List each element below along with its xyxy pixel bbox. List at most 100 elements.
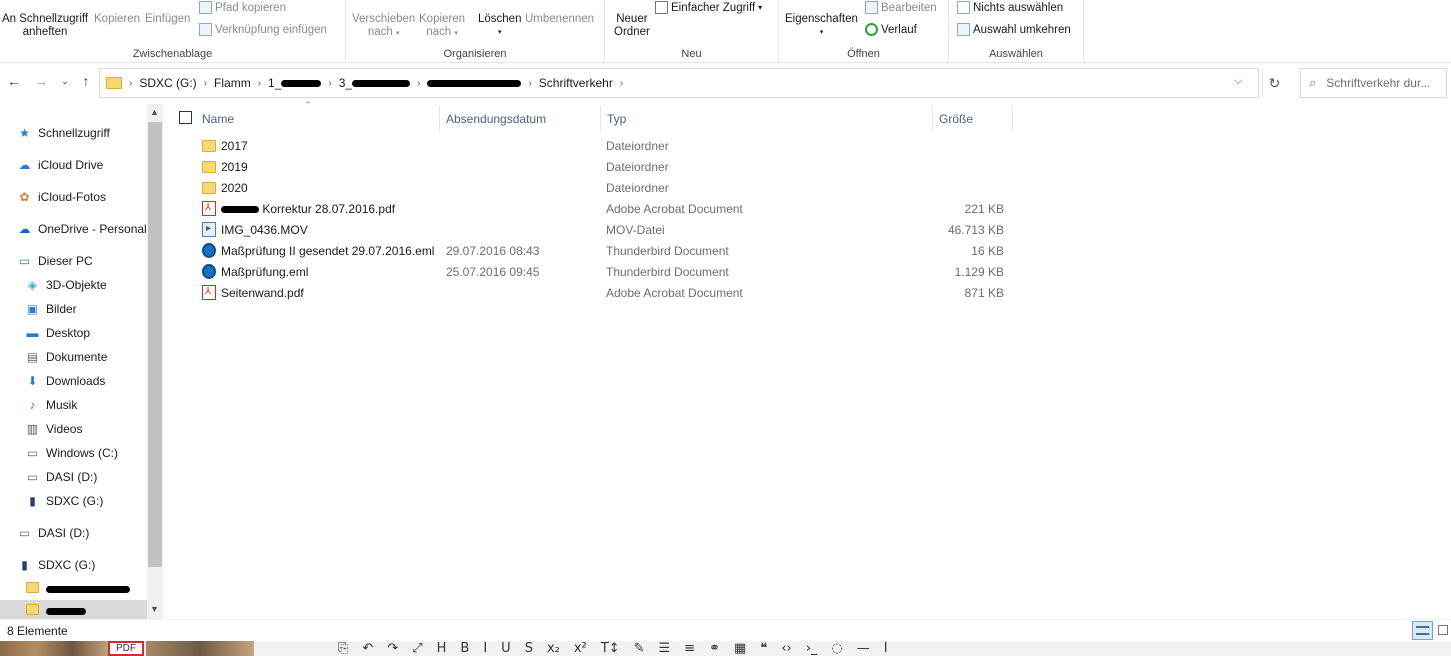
file-type: Adobe Acrobat Document [606,286,743,300]
nav-item-redacted-folder[interactable] [25,578,130,600]
heading-icon[interactable]: H [437,641,447,656]
text-size-icon[interactable]: T↕ [601,641,620,656]
column-header-date[interactable]: Absendungsdatum [440,106,601,132]
bold-icon[interactable]: B [460,641,469,656]
nav-item-icloud-photos[interactable]: ✿ iCloud-Fotos [17,186,106,208]
code-icon[interactable]: ‹› [781,641,791,656]
nav-item-documents[interactable]: ▤ Dokumente [25,346,108,368]
superscript-icon[interactable]: x² [574,641,587,656]
address-bar[interactable]: › SDXC (G:) › Flamm › 1_ › 3_ › › Schrif… [99,68,1259,98]
copy-button[interactable]: Kopieren [94,13,140,26]
breadcrumb-item[interactable]: Schriftverkehr [539,76,613,90]
file-row[interactable]: 2017 Dateiordner [200,136,1020,157]
scroll-down-icon[interactable]: ▼ [150,604,159,614]
cursor-icon[interactable]: I [884,641,888,656]
italic-icon[interactable]: I [483,641,487,656]
subscript-icon[interactable]: x₂ [547,641,560,656]
select-none-button[interactable]: Nichts auswählen [957,1,1063,14]
rename-button[interactable]: Umbenennen [525,13,594,26]
file-row[interactable]: 2020 Dateiordner [200,178,1020,199]
breadcrumb-item[interactable]: Flamm [214,76,251,90]
file-row[interactable]: 2019 Dateiordner [200,157,1020,178]
file-row[interactable]: Seitenwand.pdf Adobe Acrobat Document 87… [200,283,1020,304]
nav-item-pictures[interactable]: ▣ Bilder [25,298,77,320]
column-header-type[interactable]: Typ [601,106,933,132]
undo-icon[interactable]: ↶ [362,641,373,656]
strikethrough-icon[interactable]: S [525,641,533,656]
nav-item-this-pc[interactable]: ▭ Dieser PC [17,250,93,272]
file-name: Maßprüfung II gesendet 29.07.2016.eml [221,244,435,258]
new-folder-button[interactable]: Neuer Ordner [614,13,650,39]
nav-item-downloads[interactable]: ⬇ Downloads [25,370,105,392]
refresh-button[interactable]: ↻ [1262,69,1286,97]
list-icon[interactable]: ☰ [659,641,671,656]
breadcrumb-item[interactable]: SDXC (G:) [139,76,196,90]
column-header-size[interactable]: Größe [933,106,1013,132]
expand-icon[interactable]: ⤢ [412,641,422,656]
nav-item-videos[interactable]: ▥ Videos [25,418,83,440]
nav-item-desktop[interactable]: ▬ Desktop [25,322,91,344]
nav-item-dasi-d[interactable]: ▭ DASI (D:) [25,466,98,488]
file-row[interactable]: Maßprüfung II gesendet 29.07.2016.eml 29… [200,241,1020,262]
numbered-list-icon[interactable]: ≡ [684,641,695,656]
nav-item-sdxc-g-root[interactable]: ▮ SDXC (G:) [17,554,95,576]
navigation-pane-scrollbar[interactable]: ▲ ▼ [147,104,163,619]
folder-icon [202,140,216,152]
copy-to-button[interactable]: Kopieren nach ▾ [419,13,465,40]
address-history-dropdown[interactable]: ⌵ [1234,75,1242,88]
breadcrumb-item[interactable]: 1_ [268,76,322,90]
properties-button[interactable]: Eigenschaften ▾ [785,13,858,39]
invert-selection-button[interactable]: Auswahl umkehren [957,23,1071,36]
new-group: Neuer Ordner Einfacher Zugriff ▾ Neu [605,0,779,63]
easy-access-button[interactable]: Einfacher Zugriff ▾ [655,1,762,14]
nav-item-windows-c[interactable]: ▭ Windows (C:) [25,442,118,464]
redaction-mark [221,206,259,214]
select-all-checkbox[interactable] [179,111,192,124]
edit-button[interactable]: Bearbeiten [865,1,937,14]
file-row[interactable]: IMG_0436.MOV MOV-Datei 46.713 KB [200,220,1020,241]
paste-shortcut-button[interactable]: Verknüpfung einfügen [199,23,327,36]
file-row[interactable]: Korrektur 28.07.2016.pdf Adobe Acrobat D… [200,199,1020,220]
insert-link-icon[interactable]: ⚭ [709,641,720,656]
nav-item-redacted-folder-selected[interactable] [0,600,147,619]
link-icon[interactable]: ⎘ [338,641,348,656]
scrollbar-thumb[interactable] [148,122,162,567]
spoiler-icon[interactable]: ◌ [831,641,842,656]
paste-button[interactable]: Einfügen [145,13,190,26]
brush-icon[interactable]: ✎ [634,641,645,656]
copy-path-button[interactable]: Pfad kopieren [199,1,286,14]
nav-item-3d-objects[interactable]: ◈ 3D-Objekte [25,274,107,296]
back-button[interactable]: ← [5,73,23,89]
move-to-button[interactable]: Verschieben nach ▾ [352,13,415,40]
nav-item-icloud-drive[interactable]: ☁ iCloud Drive [17,154,104,176]
scroll-up-icon[interactable]: ▲ [150,107,159,117]
breadcrumb-item[interactable]: 3_ [339,76,411,90]
column-header-name[interactable]: Name [196,106,440,132]
pdf-icon [202,285,216,300]
photos-icon: ✿ [19,190,30,204]
search-box[interactable]: ⌕ Schriftverkehr dur... [1300,68,1447,98]
nav-item-dasi-d-root[interactable]: ▭ DASI (D:) [17,522,90,544]
horizontal-rule-icon[interactable]: — [857,641,870,656]
large-icons-view-button[interactable] [1436,621,1451,640]
history-button[interactable]: Verlauf [865,23,917,36]
organize-group: Verschieben nach ▾ Kopieren nach ▾ Lösch… [346,0,605,63]
quote-icon[interactable]: ❝ [760,641,767,656]
underline-icon[interactable]: U [501,641,511,656]
pin-quick-access-button[interactable]: An Schnellzugriff anheften [2,13,88,39]
table-icon[interactable]: ▦ [734,641,746,656]
terminal-icon[interactable]: ›_ [806,641,818,656]
recent-locations-button[interactable]: ⌄ [56,76,74,87]
nav-item-onedrive[interactable]: ☁ OneDrive - Personal [17,218,147,240]
breadcrumb-item[interactable] [427,76,522,90]
pdf-tab[interactable]: PDF [108,641,144,656]
forward-button[interactable]: → [32,73,50,89]
details-view-button[interactable] [1412,621,1433,640]
nav-item-music[interactable]: ♪ Musik [25,394,78,416]
redo-icon[interactable]: ↷ [387,641,398,656]
nav-item-sdxc-g[interactable]: ▮ SDXC (G:) [25,490,103,512]
delete-button[interactable]: Löschen ▾ [478,13,521,39]
file-row[interactable]: Maßprüfung.eml 25.07.2016 09:45 Thunderb… [200,262,1020,283]
up-button[interactable]: ↑ [77,73,95,89]
nav-item-quick-access[interactable]: ★ Schnellzugriff [17,122,110,144]
